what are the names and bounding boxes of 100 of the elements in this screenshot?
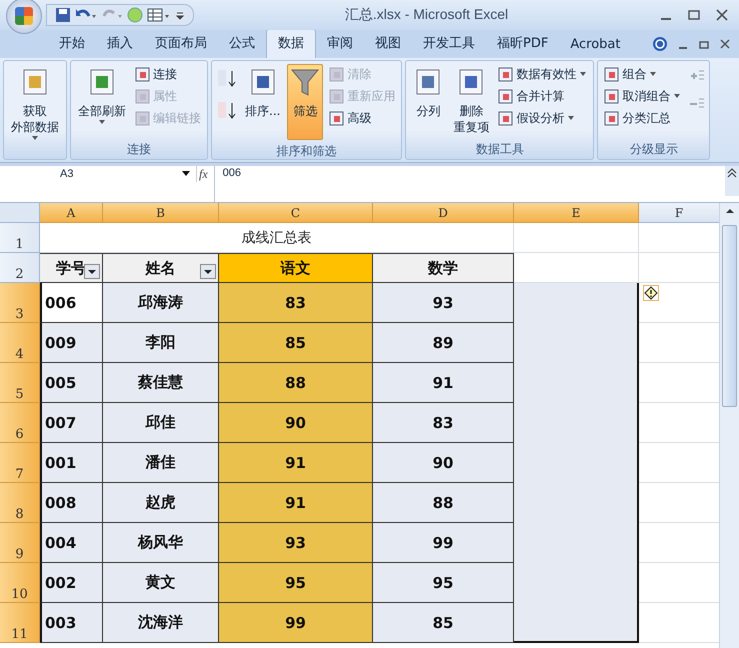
table-cell[interactable]: 93: [373, 283, 514, 323]
table-cell[interactable]: [514, 283, 639, 323]
table-cell[interactable]: 95: [373, 563, 514, 603]
ribbon-button[interactable]: 组合: [602, 64, 684, 84]
ribbon-tab[interactable]: Acrobat: [559, 33, 632, 58]
ribbon-button[interactable]: 全部刷新: [75, 64, 129, 128]
ribbon-tab[interactable]: 插入: [96, 30, 144, 58]
ribbon-tab[interactable]: 开始: [48, 30, 96, 58]
circle-icon[interactable]: [127, 7, 143, 23]
save-icon[interactable]: [55, 7, 71, 23]
row-header[interactable]: 1: [0, 223, 40, 253]
table-cell[interactable]: 85: [373, 603, 514, 643]
table-cell[interactable]: 99: [373, 523, 514, 563]
ribbon-button[interactable]: 假设分析: [496, 108, 590, 128]
table-cell[interactable]: 004: [40, 523, 103, 563]
table-cell[interactable]: 88: [373, 483, 514, 523]
table-cell[interactable]: 001: [40, 443, 103, 483]
ribbon-button[interactable]: 分类汇总: [602, 108, 684, 128]
table-cell[interactable]: 李阳: [103, 323, 219, 363]
scroll-thumb[interactable]: [722, 225, 737, 407]
table-cell[interactable]: 89: [373, 323, 514, 363]
table-cell[interactable]: 杨风华: [103, 523, 219, 563]
table-cell[interactable]: 邱佳: [103, 403, 219, 443]
row-header[interactable]: 2: [0, 253, 40, 283]
close-icon[interactable]: [714, 9, 729, 21]
row-header[interactable]: 7: [0, 443, 40, 483]
ribbon-button[interactable]: 分列: [410, 64, 446, 122]
table-cell[interactable]: 沈海洋: [103, 603, 219, 643]
ribbon-tab[interactable]: 数据: [266, 29, 316, 58]
table-cell[interactable]: 003: [40, 603, 103, 643]
window-title: 汇总.xlsx - Microsoft Excel: [344, 6, 508, 24]
ribbon-button[interactable]: 高级: [327, 108, 398, 128]
table-cell[interactable]: 蔡佳慧: [103, 363, 219, 403]
close-icon[interactable]: [719, 38, 731, 50]
column-header[interactable]: D: [373, 203, 514, 223]
office-button[interactable]: [6, 0, 42, 34]
row-header[interactable]: 10: [0, 563, 40, 603]
table-cell[interactable]: 91: [219, 483, 373, 523]
table-cell[interactable]: 88: [219, 363, 373, 403]
table-cell[interactable]: 91: [219, 443, 373, 483]
insert-function-button[interactable]: fx: [199, 167, 208, 182]
ribbon-button[interactable]: 合并计算: [496, 86, 590, 106]
table-cell[interactable]: 93: [219, 523, 373, 563]
ribbon-tab[interactable]: 福昕PDF: [486, 30, 560, 58]
table-cell[interactable]: 83: [219, 283, 373, 323]
filter-dropdown-icon[interactable]: [84, 264, 100, 279]
table-cell[interactable]: 006: [40, 283, 103, 323]
table-cell[interactable]: [514, 603, 639, 643]
table-cell[interactable]: 95: [219, 563, 373, 603]
row-header[interactable]: 11: [0, 603, 40, 643]
column-header[interactable]: A: [40, 203, 103, 223]
column-header[interactable]: E: [514, 203, 639, 223]
ribbon-button[interactable]: 数据有效性: [496, 64, 590, 84]
vertical-scrollbar[interactable]: [719, 203, 739, 648]
table-cell[interactable]: 邱海涛: [103, 283, 219, 323]
table-cell[interactable]: 007: [40, 403, 103, 443]
table-cell[interactable]: 83: [373, 403, 514, 443]
ribbon-tab[interactable]: 开发工具: [412, 30, 486, 58]
table-cell[interactable]: 潘佳: [103, 443, 219, 483]
group-label: 分级显示: [628, 141, 679, 158]
table-cell[interactable]: 002: [40, 563, 103, 603]
ribbon-tab[interactable]: 公式: [218, 30, 266, 58]
ribbon-button[interactable]: 获取 外部数据: [8, 64, 62, 144]
table-cell[interactable]: 85: [219, 323, 373, 363]
table-cell[interactable]: 90: [219, 403, 373, 443]
table-cell[interactable]: 90: [373, 443, 514, 483]
ribbon-button[interactable]: 筛选: [287, 64, 324, 140]
ribbon-tab[interactable]: 审阅: [316, 30, 364, 58]
column-header[interactable]: B: [103, 203, 219, 223]
column-header[interactable]: C: [219, 203, 373, 223]
ribbon-tab[interactable]: 页面布局: [144, 30, 218, 58]
expand-icon[interactable]: [725, 166, 739, 196]
ribbon-button[interactable]: 取消组合: [602, 86, 684, 106]
table-cell[interactable]: 赵虎: [103, 483, 219, 523]
ribbon-button[interactable]: 连接: [133, 64, 203, 84]
ribbon-tab[interactable]: 视图: [364, 30, 412, 58]
table-cell[interactable]: 黄文: [103, 563, 219, 603]
ribbon-button[interactable]: 排序...: [242, 64, 284, 122]
select-all-corner[interactable]: [0, 203, 40, 223]
table-cell[interactable]: 009: [40, 323, 103, 363]
filter-dropdown-icon[interactable]: [200, 264, 216, 279]
column-header[interactable]: F: [639, 203, 719, 223]
maximize-icon[interactable]: [686, 9, 701, 21]
table-cell[interactable]: 008: [40, 483, 103, 523]
table-cell[interactable]: 99: [219, 603, 373, 643]
row-header[interactable]: 8: [0, 483, 40, 523]
name-box[interactable]: A3: [0, 166, 197, 182]
sort-ascending-icon[interactable]: [216, 68, 238, 88]
table-cell[interactable]: 005: [40, 363, 103, 403]
ribbon-button[interactable]: 删除 重复项: [450, 64, 492, 138]
help-icon[interactable]: [652, 36, 668, 52]
row-header[interactable]: 5: [0, 363, 40, 403]
row-header[interactable]: 3: [0, 283, 40, 323]
warning-diamond-icon[interactable]: [643, 285, 659, 301]
row-header[interactable]: 9: [0, 523, 40, 563]
table-cell[interactable]: 91: [373, 363, 514, 403]
table-icon[interactable]: [147, 7, 171, 23]
row-header[interactable]: 6: [0, 403, 40, 443]
row-header[interactable]: 4: [0, 323, 40, 363]
sort-descending-icon[interactable]: [216, 100, 238, 120]
